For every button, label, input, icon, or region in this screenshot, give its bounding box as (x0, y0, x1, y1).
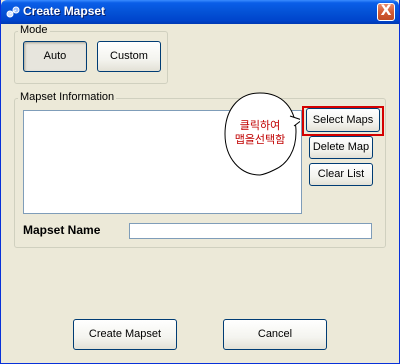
delete-map-label: Delete Map (312, 141, 370, 153)
mapset-info-group-label: Mapset Information (18, 91, 117, 103)
create-mapset-button[interactable]: Create Mapset (73, 319, 177, 350)
mapset-name-label: Mapset Name (23, 223, 101, 237)
callout-line-1: 클릭하여 (239, 119, 281, 132)
create-mapset-dialog: Create Mapset X Mode Auto Custom Mapset … (0, 0, 400, 364)
mapset-name-input[interactable] (129, 223, 372, 239)
window-title: Create Mapset (23, 4, 106, 18)
close-icon: X (380, 3, 392, 19)
clear-list-button[interactable]: Clear List (309, 163, 373, 186)
cancel-button[interactable]: Cancel (223, 319, 327, 350)
clear-list-label: Clear List (317, 168, 365, 180)
select-maps-button[interactable]: Select Maps (306, 108, 380, 132)
auto-mode-label: Auto (43, 50, 67, 62)
delete-map-button[interactable]: Delete Map (309, 136, 373, 159)
callout-text: 클릭하여 맵을선택함 (220, 119, 300, 147)
cancel-label: Cancel (257, 328, 293, 340)
auto-mode-button[interactable]: Auto (23, 41, 87, 72)
select-maps-label: Select Maps (312, 114, 374, 126)
custom-mode-button[interactable]: Custom (97, 41, 161, 72)
title-bar[interactable]: Create Mapset X (1, 0, 399, 24)
custom-mode-label: Custom (110, 50, 148, 62)
mode-group-label: Mode (18, 24, 50, 36)
app-icon (6, 6, 20, 18)
callout-line-2: 맵을선택함 (234, 133, 286, 146)
close-button[interactable]: X (377, 3, 395, 21)
create-mapset-label: Create Mapset (88, 328, 162, 340)
